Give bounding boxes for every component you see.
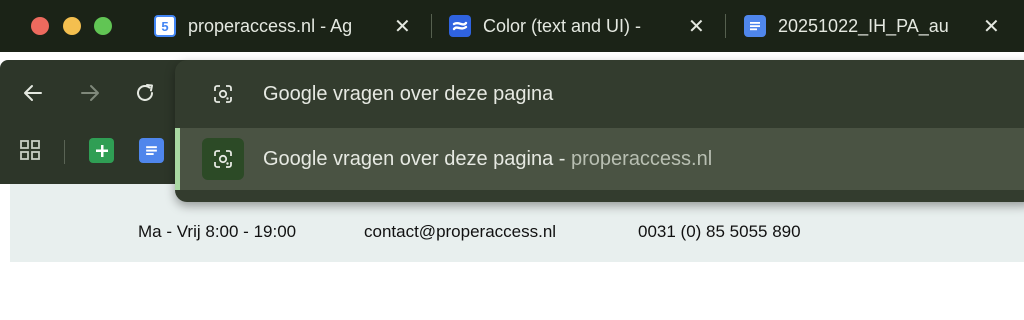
suggestion-label: Google vragen over deze pagina - propera… (263, 148, 712, 171)
google-docs-icon (744, 15, 766, 37)
suggestion-main: Google vragen over deze pagina (263, 147, 554, 170)
contact-phone-link[interactable]: 0031 (0) 85 5055 890 (638, 222, 801, 242)
opening-hours: Ma - Vrij 8:00 - 19:00 (138, 222, 297, 241)
omnibox-suggestion-selected[interactable]: Google vragen over deze pagina - propera… (175, 128, 1024, 190)
google-lens-icon (202, 73, 244, 115)
google-calendar-icon: 5 (154, 15, 176, 37)
apps-grid-icon[interactable] (18, 138, 42, 162)
close-icon[interactable]: ✕ (688, 14, 705, 39)
selection-accent-bar (175, 128, 180, 190)
tab-title: Color (text and UI) - (483, 15, 642, 36)
suggestion-separator: - (553, 147, 571, 170)
contact-email-link[interactable]: contact@properaccess.nl (364, 222, 556, 242)
tab-color-text-ui[interactable]: Color (text and UI) - (449, 0, 689, 52)
google-docs-icon[interactable] (139, 138, 164, 163)
google-lens-icon (202, 138, 244, 180)
tab-title: 20251022_IH_PA_au (778, 15, 948, 36)
minimize-window-button[interactable] (63, 17, 81, 35)
tab-separator (725, 14, 726, 38)
google-sheets-icon[interactable] (89, 138, 114, 163)
back-arrow-icon[interactable] (20, 80, 46, 106)
omnibox-suggestion[interactable]: Google vragen over deze pagina (175, 60, 1024, 128)
tab-separator (431, 14, 432, 38)
maximize-window-button[interactable] (94, 17, 112, 35)
tab-20251022[interactable]: 20251022_IH_PA_au (744, 0, 974, 52)
tab-title: properaccess.nl - Ag (188, 15, 353, 36)
tab-strip: 5 properaccess.nl - Ag ✕ Color (text and… (0, 0, 1024, 52)
bookmarks-divider (64, 140, 65, 164)
forward-arrow-icon[interactable] (77, 80, 103, 106)
confluence-icon (449, 15, 471, 37)
suggestion-domain: properaccess.nl (571, 147, 713, 170)
tab-properaccess[interactable]: 5 properaccess.nl - Ag (154, 0, 414, 52)
close-icon[interactable]: ✕ (983, 14, 1000, 39)
close-icon[interactable]: ✕ (394, 14, 411, 39)
suggestion-label: Google vragen over deze pagina (263, 82, 554, 105)
reload-icon[interactable] (132, 80, 158, 106)
close-window-button[interactable] (31, 17, 49, 35)
omnibox-dropdown: Google vragen over deze pagina Google vr… (175, 60, 1024, 202)
